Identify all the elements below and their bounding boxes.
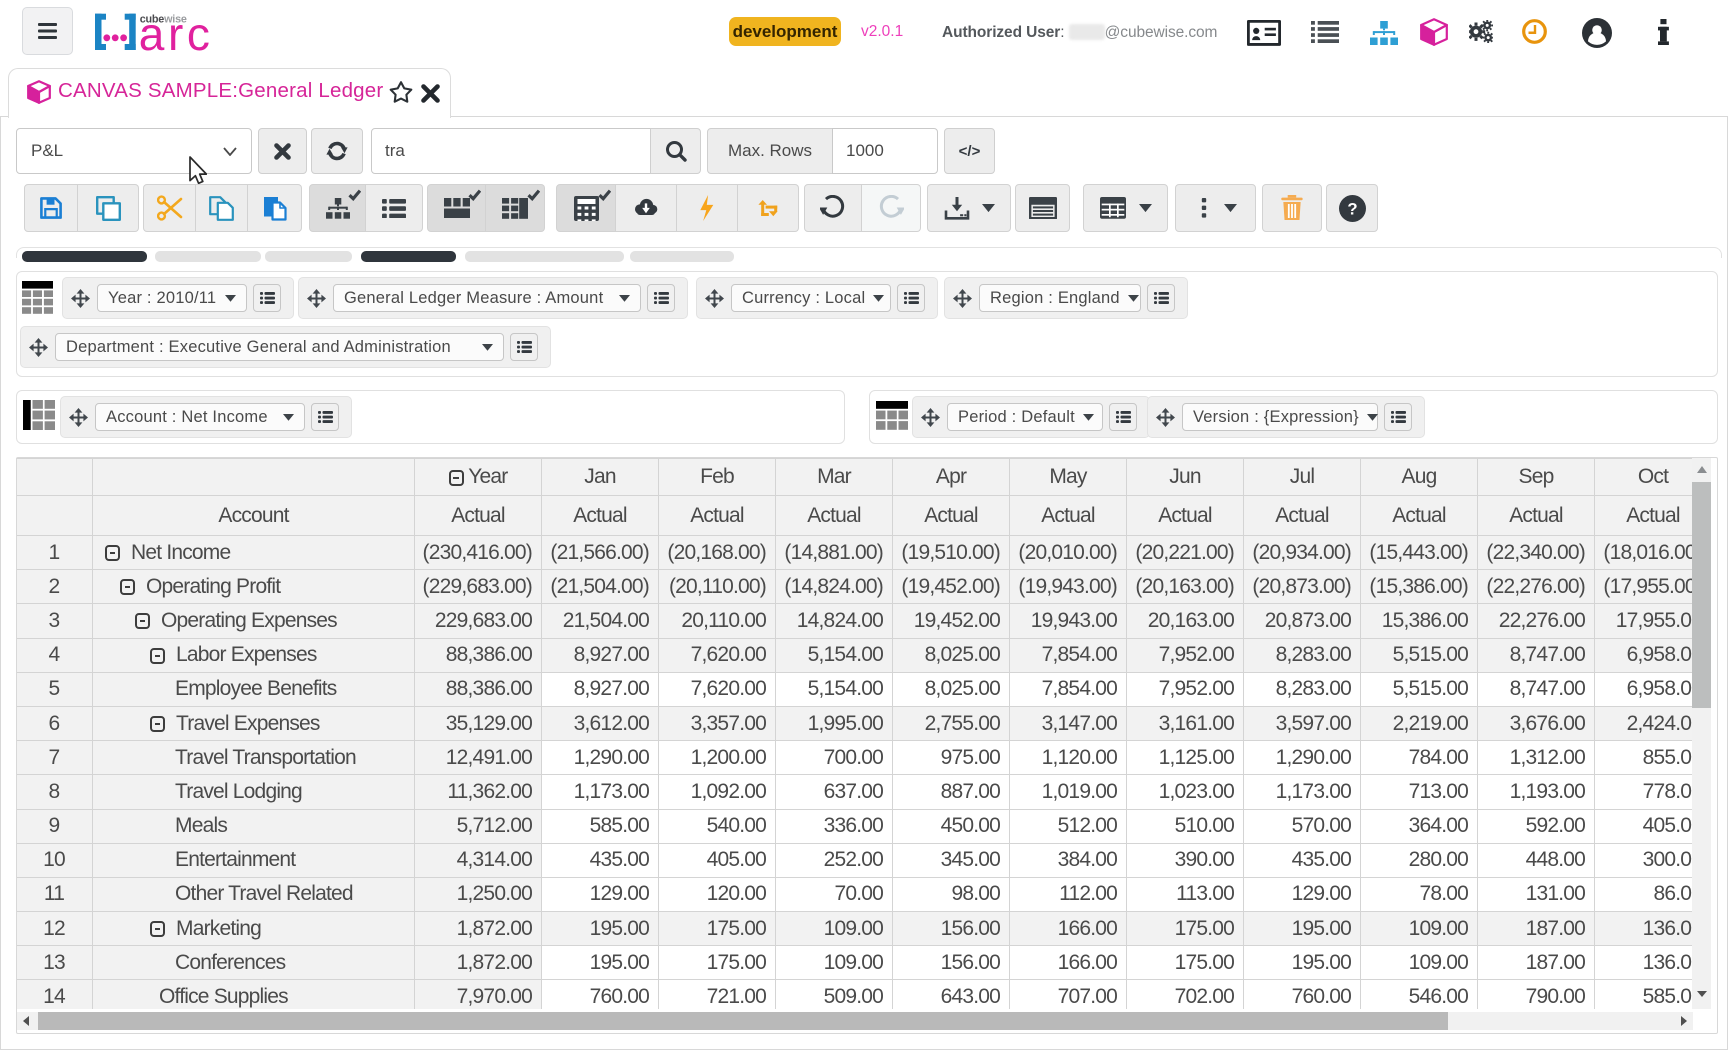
svg-text:arc: arc — [139, 10, 214, 60]
svg-text:?: ? — [1347, 199, 1357, 218]
